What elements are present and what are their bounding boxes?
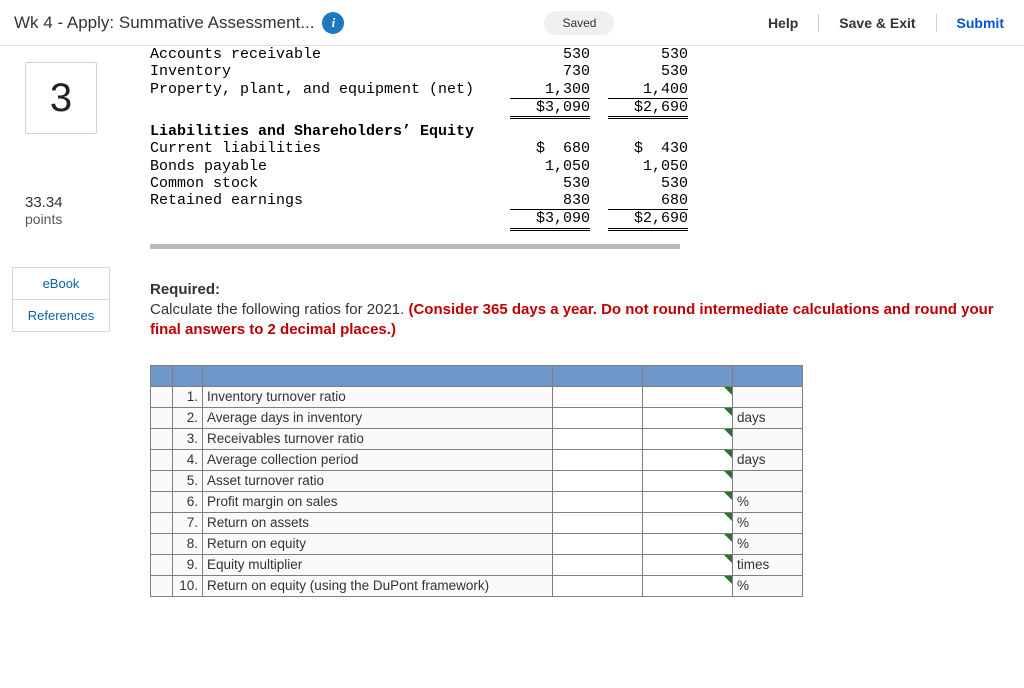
- table-row: 5.Asset turnover ratio: [151, 470, 803, 491]
- points-value: 33.34: [25, 194, 97, 211]
- row-unit: [733, 470, 803, 491]
- row-unit: times: [733, 554, 803, 575]
- value-input-1[interactable]: [553, 575, 643, 596]
- row-unit: %: [733, 575, 803, 596]
- required-block: Required: Calculate the following ratios…: [150, 280, 1014, 341]
- value-input-2[interactable]: [643, 386, 733, 407]
- value-input-1[interactable]: [553, 554, 643, 575]
- divider: [936, 14, 937, 32]
- input-flag-icon: [724, 513, 732, 521]
- table-row: 4.Average collection period days: [151, 449, 803, 470]
- table-row: 7.Return on assets%: [151, 512, 803, 533]
- sidebar: 3 33.34 points eBook References: [0, 46, 122, 617]
- row-number: 8.: [173, 533, 203, 554]
- main-content: Accounts receivable 530 530Inventory 730…: [122, 46, 1024, 617]
- value-input-1[interactable]: [553, 407, 643, 428]
- input-flag-icon: [724, 429, 732, 437]
- help-button[interactable]: Help: [762, 11, 804, 35]
- row-number: 10.: [173, 575, 203, 596]
- value-input-2[interactable]: [643, 512, 733, 533]
- table-row: 10.Return on equity (using the DuPont fr…: [151, 575, 803, 596]
- divider: [818, 14, 819, 32]
- value-input-2[interactable]: [643, 533, 733, 554]
- row-unit: %: [733, 533, 803, 554]
- table-row: 3.Receivables turnover ratio: [151, 428, 803, 449]
- top-actions: Help Save & Exit Submit: [762, 11, 1010, 35]
- value-input-1[interactable]: [553, 470, 643, 491]
- value-input-2[interactable]: [643, 491, 733, 512]
- question-number-box: 3: [25, 62, 97, 134]
- input-flag-icon: [724, 471, 732, 479]
- row-unit: %: [733, 491, 803, 512]
- input-flag-icon: [724, 387, 732, 395]
- answer-table: 1.Inventory turnover ratio2.Average days…: [150, 365, 803, 597]
- submit-button[interactable]: Submit: [951, 11, 1010, 35]
- value-input-1[interactable]: [553, 449, 643, 470]
- table-row: 8.Return on equity%: [151, 533, 803, 554]
- row-label: Receivables turnover ratio: [203, 428, 553, 449]
- points-label: points: [25, 211, 97, 227]
- value-input-1[interactable]: [553, 386, 643, 407]
- references-link[interactable]: References: [12, 300, 110, 332]
- row-unit: days: [733, 449, 803, 470]
- value-input-2[interactable]: [643, 449, 733, 470]
- input-flag-icon: [724, 576, 732, 584]
- value-input-2[interactable]: [643, 554, 733, 575]
- input-flag-icon: [724, 492, 732, 500]
- row-unit: days: [733, 407, 803, 428]
- assignment-title: Wk 4 - Apply: Summative Assessment...: [14, 13, 314, 33]
- input-flag-icon: [724, 408, 732, 416]
- points-block: 33.34 points: [25, 194, 97, 227]
- value-input-2[interactable]: [643, 470, 733, 491]
- row-label: Profit margin on sales: [203, 491, 553, 512]
- saved-indicator: Saved: [544, 11, 614, 35]
- row-number: 3.: [173, 428, 203, 449]
- row-number: 7.: [173, 512, 203, 533]
- input-flag-icon: [724, 555, 732, 563]
- row-number: 2.: [173, 407, 203, 428]
- save-exit-button[interactable]: Save & Exit: [833, 11, 921, 35]
- top-bar: Wk 4 - Apply: Summative Assessment... i …: [0, 0, 1024, 46]
- row-number: 6.: [173, 491, 203, 512]
- table-row: 9.Equity multiplier times: [151, 554, 803, 575]
- row-label: Average days in inventory: [203, 407, 553, 428]
- row-unit: [733, 428, 803, 449]
- row-label: Return on equity (using the DuPont frame…: [203, 575, 553, 596]
- table-row: 1.Inventory turnover ratio: [151, 386, 803, 407]
- row-unit: [733, 386, 803, 407]
- row-label: Return on assets: [203, 512, 553, 533]
- row-number: 5.: [173, 470, 203, 491]
- row-label: Inventory turnover ratio: [203, 386, 553, 407]
- row-unit: %: [733, 512, 803, 533]
- row-label: Asset turnover ratio: [203, 470, 553, 491]
- row-number: 1.: [173, 386, 203, 407]
- value-input-2[interactable]: [643, 407, 733, 428]
- table-header-row: [151, 365, 803, 386]
- row-label: Average collection period: [203, 449, 553, 470]
- balance-sheet: Accounts receivable 530 530Inventory 730…: [150, 46, 1014, 254]
- resource-links: eBook References: [0, 267, 122, 332]
- row-number: 4.: [173, 449, 203, 470]
- input-flag-icon: [724, 450, 732, 458]
- required-text: Calculate the following ratios for 2021.: [150, 301, 408, 318]
- value-input-1[interactable]: [553, 512, 643, 533]
- row-label: Return on equity: [203, 533, 553, 554]
- value-input-2[interactable]: [643, 575, 733, 596]
- value-input-1[interactable]: [553, 491, 643, 512]
- table-row: 6.Profit margin on sales%: [151, 491, 803, 512]
- value-input-2[interactable]: [643, 428, 733, 449]
- ebook-link[interactable]: eBook: [12, 267, 110, 300]
- input-flag-icon: [724, 534, 732, 542]
- info-icon[interactable]: i: [322, 12, 344, 34]
- row-label: Equity multiplier: [203, 554, 553, 575]
- value-input-1[interactable]: [553, 428, 643, 449]
- row-number: 9.: [173, 554, 203, 575]
- required-heading: Required:: [150, 281, 220, 298]
- value-input-1[interactable]: [553, 533, 643, 554]
- table-row: 2.Average days in inventory days: [151, 407, 803, 428]
